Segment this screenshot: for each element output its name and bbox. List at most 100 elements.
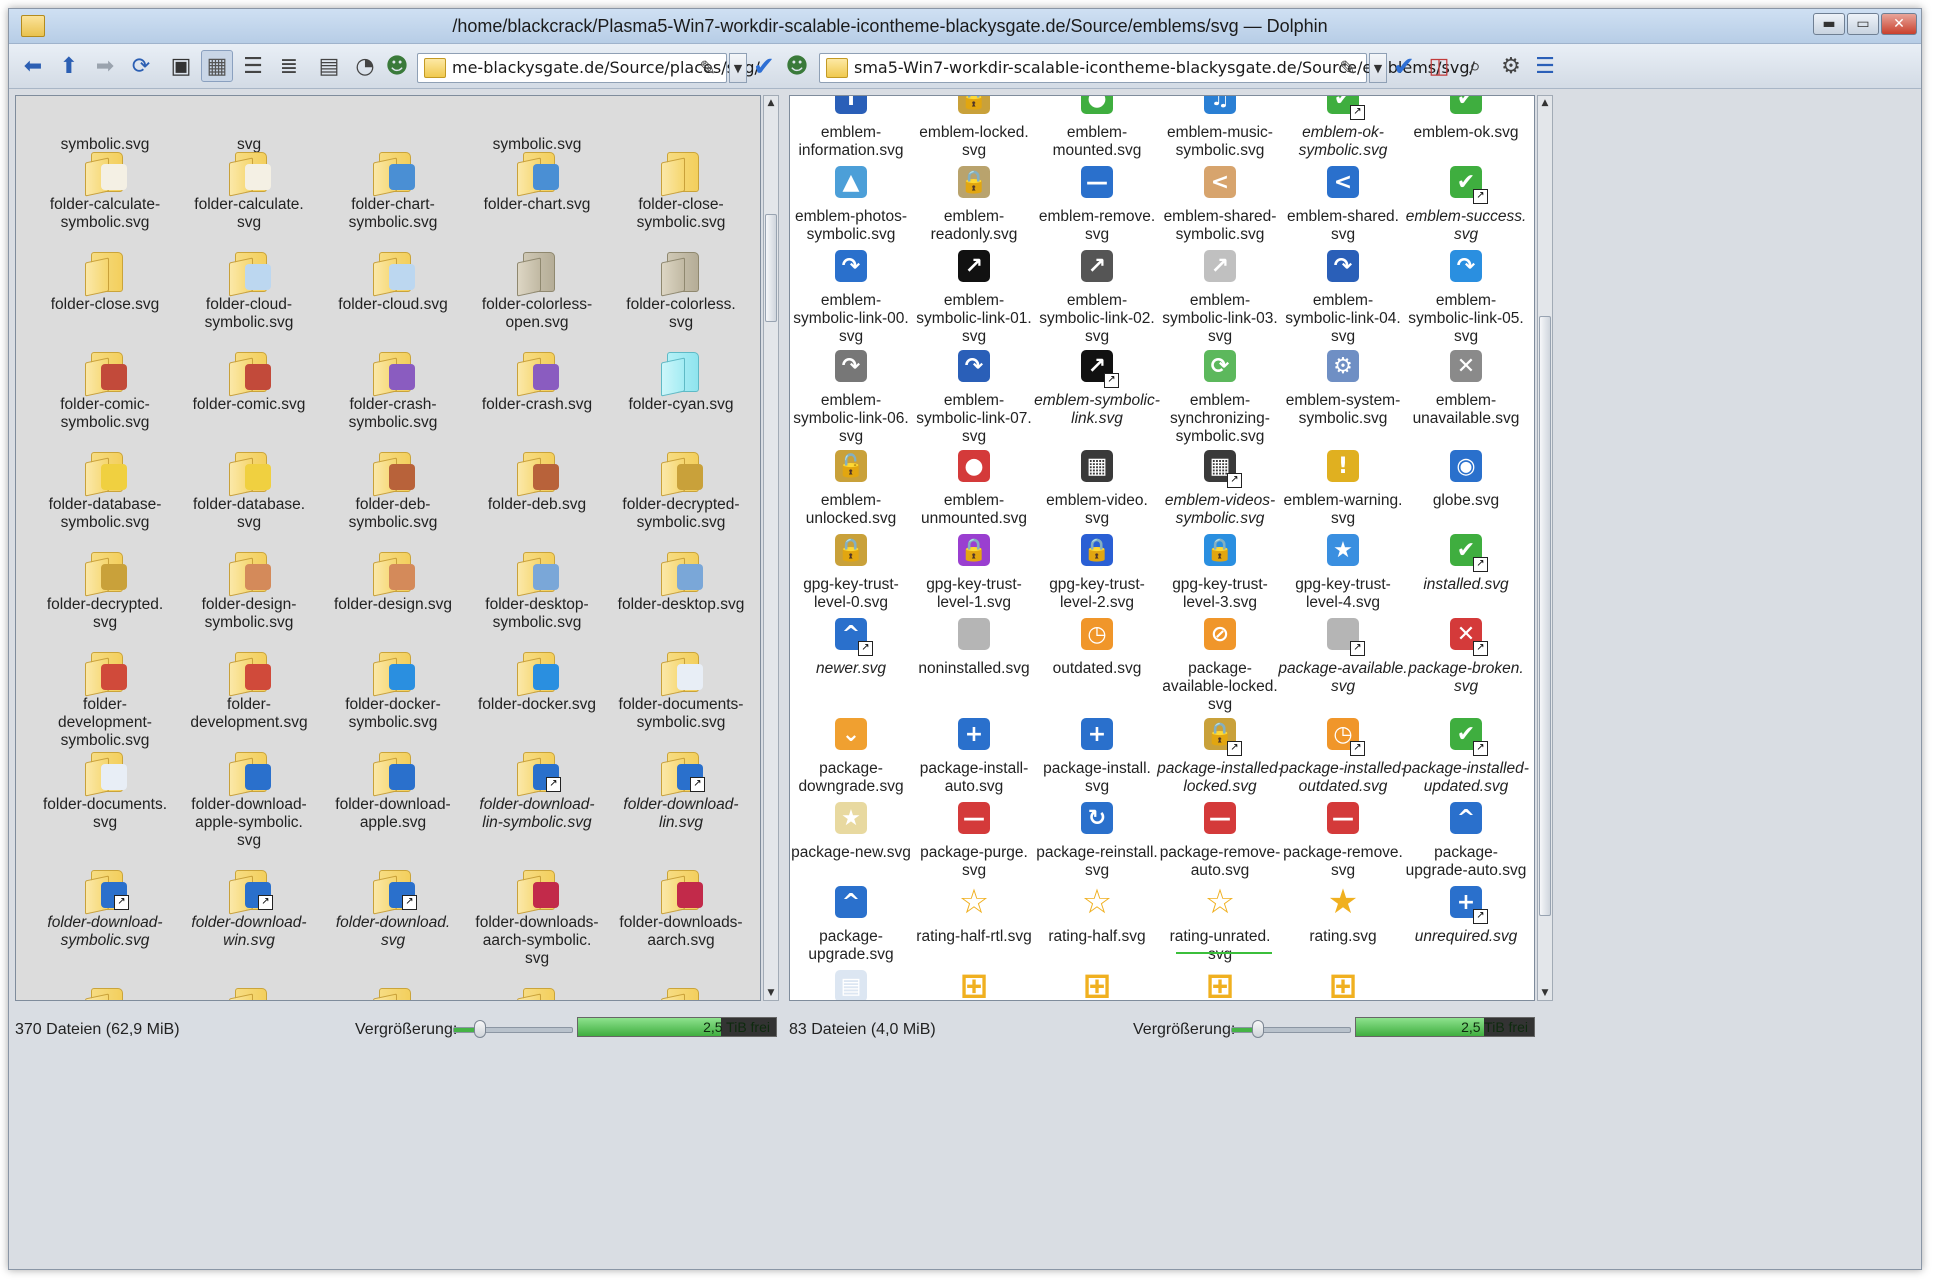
file-item[interactable]: folder-database- symbolic.svg	[30, 446, 180, 532]
right-apply-check-icon[interactable]: ✔	[1393, 52, 1415, 82]
user-icon[interactable]: ☻	[381, 50, 413, 82]
file-item[interactable]: folder-desktop- symbolic.svg	[462, 546, 612, 632]
file-item[interactable]: folder-cloud- symbolic.svg	[174, 246, 324, 332]
file-item[interactable]: — package-remove. svg	[1272, 794, 1414, 880]
file-item[interactable]: ⟳ emblem- synchronizing- symbolic.svg	[1149, 342, 1291, 446]
left-apply-check-icon[interactable]: ✔	[753, 52, 775, 82]
file-item[interactable]: ★ gpg-key-trust- level-4.svg	[1272, 526, 1414, 612]
file-item[interactable]: folder- development- symbolic.svg	[30, 646, 180, 750]
file-item[interactable]: folder-design- symbolic.svg	[174, 546, 324, 632]
left-location-bar[interactable]: me-blackysgate.de/Source/places/svg/ ✎	[417, 53, 760, 83]
file-item[interactable]: ★ rating.svg	[1272, 878, 1414, 946]
file-item[interactable]: ⊘ package- available-locked. svg	[1149, 610, 1291, 714]
details-view-icon[interactable]: ≣	[273, 50, 305, 82]
left-free-space-bar[interactable]: 2,5 TiB frei	[577, 1017, 777, 1037]
file-item[interactable]: < emblem-shared. svg	[1272, 158, 1414, 244]
file-item[interactable]: + ↗ unrequired.svg	[1395, 878, 1534, 946]
forward-arrow-icon[interactable]: ➡	[89, 50, 121, 82]
file-item[interactable]: ↷ emblem- symbolic-link-04. svg	[1272, 242, 1414, 346]
file-item[interactable]: ▦ ↗ emblem-videos- symbolic.svg	[1149, 442, 1291, 528]
file-item[interactable]: ◷ outdated.svg	[1026, 610, 1168, 678]
file-item[interactable]: 🔒 gpg-key-trust- level-3.svg	[1149, 526, 1291, 612]
right-scrollbar[interactable]: ▲ ▼	[1537, 95, 1553, 1001]
file-item[interactable]: + package-install. svg	[1026, 710, 1168, 796]
file-item[interactable]: ◷ ↗ package-installed- outdated.svg	[1272, 710, 1414, 796]
close-button[interactable]: ✕	[1881, 13, 1917, 35]
file-item[interactable]: folder-colorless. svg	[606, 246, 756, 332]
file-item[interactable]: ↗ emblem- symbolic-link-01. svg	[903, 242, 1045, 346]
file-item[interactable]: folder-deb- symbolic.svg	[318, 446, 468, 532]
minimize-button[interactable]: ▬	[1813, 13, 1845, 35]
file-item[interactable]: ⚙ emblem-system- symbolic.svg	[1272, 342, 1414, 428]
file-item[interactable]: — package-remove- auto.svg	[1149, 794, 1291, 880]
file-item[interactable]: folder-calculate. svg	[174, 146, 324, 232]
file-item[interactable]: folder-calculate- symbolic.svg	[30, 146, 180, 232]
icon-view-icon[interactable]: ▦	[201, 50, 233, 82]
file-item[interactable]: ▦ emblem-video. svg	[1026, 442, 1168, 528]
file-item[interactable]: ⊞windows7.svg	[1026, 962, 1168, 1000]
back-arrow-icon[interactable]: ⬅	[17, 50, 49, 82]
file-item[interactable]: folder-close- symbolic.svg	[606, 146, 756, 232]
file-item[interactable]: folder-docker.svg	[462, 646, 612, 714]
file-item[interactable]: ☆ rating-half.svg	[1026, 878, 1168, 946]
file-item[interactable]: 🔒 ↗ package-installed- locked.svg	[1149, 710, 1291, 796]
file-item[interactable]: folder-documents. svg	[30, 746, 180, 832]
file-item[interactable]: ⊞winxp.svg	[1272, 962, 1414, 1000]
file-item[interactable]: 🔒 gpg-key-trust- level-1.svg	[903, 526, 1045, 612]
file-item[interactable]: folder-downloads- aarch-symbolic. svg	[462, 864, 612, 968]
filter-icon[interactable]: ⚙	[1495, 50, 1527, 82]
terminal-icon[interactable]: ▣	[165, 50, 197, 82]
file-item[interactable]: folder-download- apple-symbolic. svg	[174, 746, 324, 850]
file-item[interactable]: + package-install- auto.svg	[903, 710, 1045, 796]
scroll-up-icon[interactable]: ▲	[1538, 96, 1552, 110]
file-item[interactable]: folder-comic.svg	[174, 346, 324, 414]
file-item[interactable]: ^ package- upgrade-auto.svg	[1395, 794, 1534, 880]
scrollbar-thumb[interactable]	[765, 214, 777, 322]
compact-view-icon[interactable]: ☰	[237, 50, 269, 82]
file-item[interactable]: folder-chart.svg	[462, 146, 612, 214]
file-item[interactable]	[606, 982, 756, 1000]
file-item[interactable]: 🔒 emblem-locked. svg	[903, 96, 1045, 160]
file-item[interactable]: ☆ rating-half-rtl.svg	[903, 878, 1045, 946]
file-item[interactable]: ✔ ↗ package-installed- updated.svg	[1395, 710, 1534, 796]
file-item[interactable]	[174, 982, 324, 1000]
file-item[interactable]: folder-cloud.svg	[318, 246, 468, 314]
file-item[interactable]: noninstalled.svg	[903, 610, 1045, 678]
file-item[interactable]: ⊞win95w2k.svg	[903, 962, 1045, 1000]
scroll-up-icon[interactable]: ▲	[764, 96, 778, 110]
right-location-dropdown[interactable]: ▼	[1369, 53, 1387, 83]
file-item[interactable]: folder-download- apple.svg	[318, 746, 468, 832]
file-item[interactable]: ◉ globe.svg	[1395, 442, 1534, 510]
file-item[interactable]: folder-cyan.svg	[606, 346, 756, 414]
file-item[interactable]: folder-documents- symbolic.svg	[606, 646, 756, 732]
right-free-space-bar[interactable]: 2,5 TiB frei	[1355, 1017, 1535, 1037]
file-item[interactable]: ✕ emblem- unavailable.svg	[1395, 342, 1534, 428]
zoom-handle[interactable]	[473, 1020, 486, 1038]
file-item[interactable]: folder-chart- symbolic.svg	[318, 146, 468, 232]
file-item[interactable]: 🔒 gpg-key-trust- level-2.svg	[1026, 526, 1168, 612]
title-bar[interactable]: /home/blackcrack/Plasma5-Win7-workdir-sc…	[9, 9, 1921, 44]
file-item[interactable]: ↗ folder-download. svg	[318, 864, 468, 950]
file-item[interactable]: ↗ folder-download- win.svg	[174, 864, 324, 950]
right-zoom-slider[interactable]	[1231, 1020, 1351, 1038]
user-icon-right[interactable]: ☻	[781, 50, 813, 82]
file-item[interactable]: ! emblem-warning. svg	[1272, 442, 1414, 528]
right-file-view[interactable]: i emblem- information.svg 🔒 emblem-locked. …	[789, 95, 1535, 1001]
file-item[interactable]: ↗ package-available. svg	[1272, 610, 1414, 696]
file-item[interactable]: ↻ package-reinstall. svg	[1026, 794, 1168, 880]
file-item[interactable]: ↗ folder-download- symbolic.svg	[30, 864, 180, 950]
file-item[interactable]: ↗ folder-download- lin.svg	[606, 746, 756, 832]
file-item[interactable]: folder-decrypted- symbolic.svg	[606, 446, 756, 532]
file-item[interactable]: ✕ ↗ package-broken. svg	[1395, 610, 1534, 696]
file-item[interactable]: folder-desktop.svg	[606, 546, 756, 614]
file-item[interactable]	[30, 982, 180, 1000]
file-item[interactable]: — package-purge. svg	[903, 794, 1045, 880]
file-item[interactable]	[462, 982, 612, 1000]
left-location-dropdown[interactable]: ▼	[729, 53, 747, 83]
file-item[interactable]: folder-crash- symbolic.svg	[318, 346, 468, 432]
file-item[interactable]: folder-colorless- open.svg	[462, 246, 612, 332]
scroll-down-icon[interactable]: ▼	[764, 986, 778, 1000]
scrollbar-thumb[interactable]	[1539, 316, 1551, 916]
preview-icon[interactable]: ▤	[313, 50, 345, 82]
file-item[interactable]	[318, 982, 468, 1000]
